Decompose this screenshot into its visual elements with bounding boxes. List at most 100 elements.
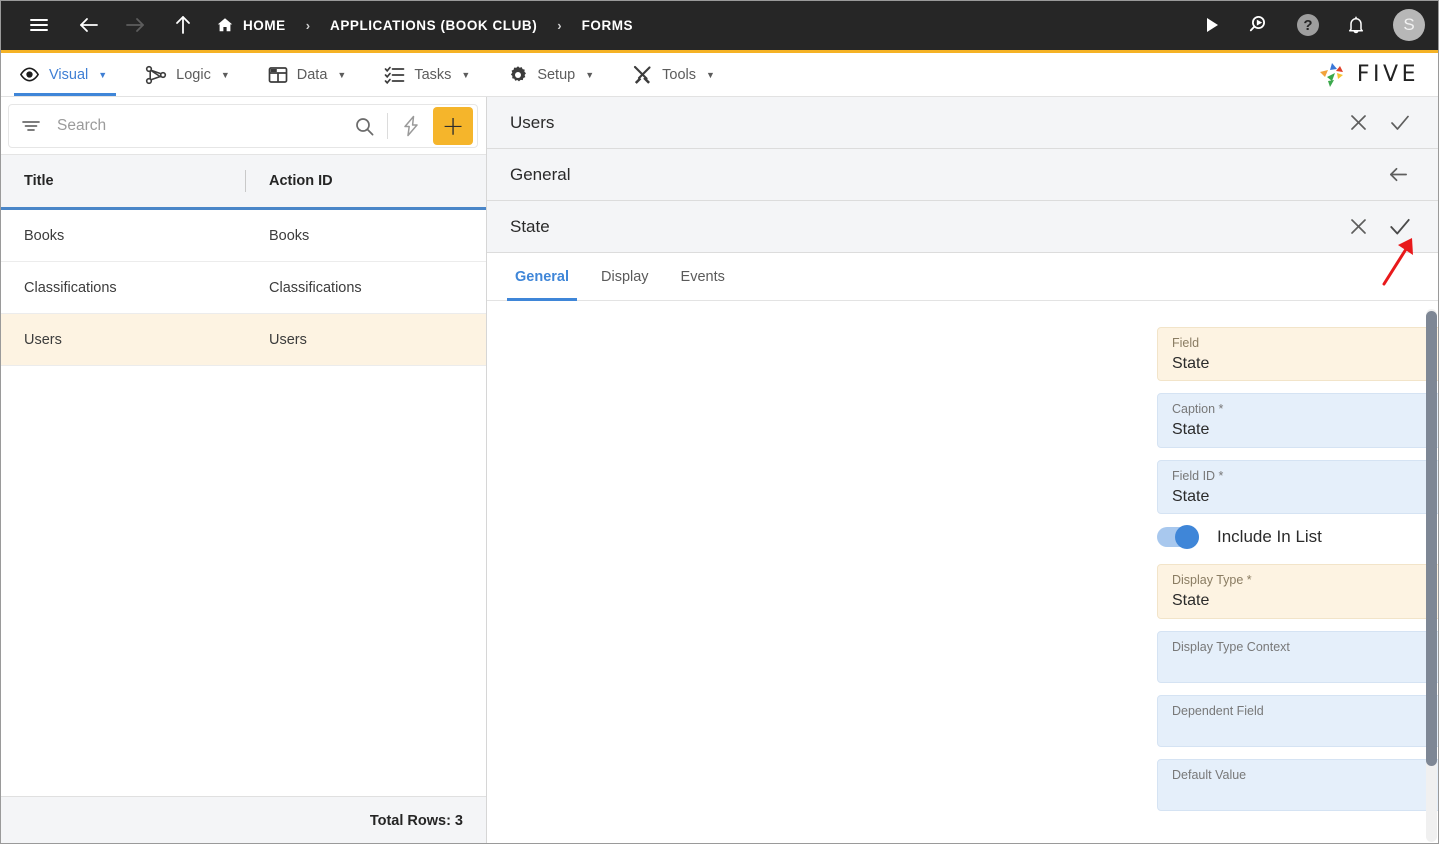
- filter-icon[interactable]: [21, 116, 41, 136]
- toggle-wrap: Include In List: [1157, 525, 1439, 550]
- forms-list-panel: + Title Action ID Books Books Classifica…: [0, 97, 487, 844]
- tab-general[interactable]: General: [499, 253, 585, 301]
- application-window: HOME › APPLICATIONS (BOOK CLUB) › FORMS …: [0, 0, 1439, 844]
- field-label: Field ID *: [1172, 468, 1224, 483]
- menu-item-tools[interactable]: Tools ▼: [613, 53, 734, 96]
- lightning-bolt-icon[interactable]: [393, 108, 429, 144]
- pane-header-general: General: [487, 149, 1439, 201]
- back-arrow-icon[interactable]: [1375, 155, 1421, 195]
- field-display-type-context[interactable]: Display Type Context: [1157, 630, 1439, 683]
- notifications-bell-icon[interactable]: [1337, 6, 1375, 44]
- form-row-display-type: Display Type * State <> ?: [487, 564, 1439, 619]
- breadcrumb-label: APPLICATIONS (BOOK CLUB): [330, 17, 538, 33]
- close-icon[interactable]: [1337, 207, 1379, 247]
- nodes-icon: [145, 64, 167, 86]
- field-value: State: [1172, 354, 1210, 372]
- form-row-default-value: Default Value ?: [487, 758, 1439, 811]
- hamburger-menu-icon[interactable]: [20, 6, 58, 44]
- detail-tabs: General Display Events: [487, 253, 1439, 301]
- form-row-caption: Caption * State ?: [487, 393, 1439, 448]
- form-content: Field State ? Caption *: [487, 301, 1439, 843]
- table-icon: [268, 65, 288, 85]
- form-row-field: Field State ?: [487, 327, 1439, 382]
- tab-display[interactable]: Display: [585, 253, 665, 300]
- menu-item-label: Visual: [49, 66, 89, 83]
- breadcrumb-item-home[interactable]: HOME: [212, 14, 290, 36]
- field-label: Display Type Context: [1172, 639, 1290, 654]
- close-icon[interactable]: [1337, 103, 1379, 143]
- chevron-down-icon: ▼: [337, 69, 347, 80]
- breadcrumb-label: HOME: [243, 17, 286, 33]
- toolbar-divider: [387, 113, 388, 139]
- cell-title: Books: [24, 227, 65, 244]
- menu-item-label: Logic: [176, 66, 211, 83]
- field-field-id[interactable]: Field ID * State: [1157, 459, 1439, 515]
- menu-item-label: Tasks: [414, 66, 452, 83]
- field-caption[interactable]: Caption * State: [1157, 393, 1439, 448]
- total-rows-label: Total Rows: 3: [0, 796, 486, 844]
- main-menu-bar: Visual ▼ Logic ▼ Data ▼ Tasks ▼ Setup ▼ …: [0, 53, 1439, 97]
- breadcrumb-separator: ›: [305, 17, 311, 33]
- search-run-icon[interactable]: [1241, 6, 1279, 44]
- form-row-include-in-list: Include In List ?: [487, 525, 1439, 550]
- breadcrumb-item-forms[interactable]: FORMS: [578, 16, 638, 35]
- column-header-action-id[interactable]: Action ID: [245, 173, 486, 189]
- field-label: Dependent Field: [1172, 703, 1264, 718]
- toggle-label: Include In List: [1217, 527, 1322, 547]
- field-label: Field: [1172, 336, 1200, 350]
- field-value: State: [1172, 592, 1210, 610]
- tools-icon: [632, 64, 653, 85]
- confirm-check-icon[interactable]: [1379, 103, 1421, 143]
- field-field[interactable]: Field State: [1157, 327, 1439, 382]
- grid-header-row: Title Action ID: [0, 155, 486, 210]
- top-actions: ? S: [1193, 6, 1425, 44]
- field-value: State: [1172, 421, 1210, 439]
- form-scrollbar[interactable]: [1426, 309, 1437, 842]
- pane-header-state: State: [487, 201, 1439, 253]
- chevron-down-icon: ▼: [98, 69, 108, 80]
- menu-item-tasks[interactable]: Tasks ▼: [365, 53, 489, 96]
- form-scroll-area: Field State ? Caption *: [487, 301, 1439, 844]
- menu-item-visual[interactable]: Visual ▼: [0, 53, 126, 96]
- scrollbar-thumb[interactable]: [1426, 311, 1437, 766]
- avatar[interactable]: S: [1393, 9, 1425, 41]
- field-label: Default Value: [1172, 767, 1247, 782]
- field-dependent-field[interactable]: Dependent Field: [1157, 694, 1439, 747]
- eye-icon: [19, 64, 40, 85]
- field-default-value[interactable]: Default Value: [1157, 758, 1439, 811]
- form-row-field-id: Field ID * State ?: [487, 459, 1439, 515]
- top-navigation-bar: HOME › APPLICATIONS (BOOK CLUB) › FORMS …: [0, 0, 1439, 53]
- search-input[interactable]: [57, 117, 346, 135]
- detail-panel: Users General State General Display Even…: [487, 97, 1439, 844]
- add-form-button[interactable]: +: [433, 107, 473, 145]
- help-icon[interactable]: ?: [1289, 6, 1327, 44]
- column-header-title[interactable]: Title: [0, 173, 245, 189]
- checklist-icon: [384, 64, 405, 85]
- main-body: + Title Action ID Books Books Classifica…: [0, 97, 1439, 844]
- cell-title: Users: [24, 331, 62, 348]
- search-toolbar: +: [8, 104, 478, 148]
- tab-events[interactable]: Events: [665, 253, 741, 300]
- toggle-knob: [1175, 525, 1199, 550]
- up-arrow-icon[interactable]: [164, 6, 202, 44]
- include-in-list-toggle[interactable]: [1157, 525, 1199, 550]
- table-row[interactable]: Classifications Classifications: [0, 262, 486, 314]
- cell-action-id: Classifications: [269, 279, 362, 296]
- menu-item-data[interactable]: Data ▼: [249, 53, 366, 96]
- pane-header-users: Users: [487, 97, 1439, 149]
- menu-item-logic[interactable]: Logic ▼: [126, 53, 249, 96]
- gear-icon: [508, 65, 528, 85]
- table-row[interactable]: Users Users: [0, 314, 486, 366]
- table-row[interactable]: Books Books: [0, 210, 486, 262]
- back-arrow-icon[interactable]: [70, 6, 108, 44]
- five-logo: FIVE: [1318, 53, 1439, 96]
- search-icon[interactable]: [346, 108, 382, 144]
- run-play-icon[interactable]: [1193, 6, 1231, 44]
- field-display-type[interactable]: Display Type * State <>: [1157, 564, 1439, 619]
- breadcrumb-item-applications[interactable]: APPLICATIONS (BOOK CLUB): [326, 16, 541, 35]
- cell-action-id: Books: [269, 227, 310, 244]
- forward-arrow-icon: [116, 6, 154, 44]
- field-label: Caption *: [1172, 402, 1224, 417]
- field-value: State: [1172, 487, 1210, 505]
- menu-item-setup[interactable]: Setup ▼: [489, 53, 613, 96]
